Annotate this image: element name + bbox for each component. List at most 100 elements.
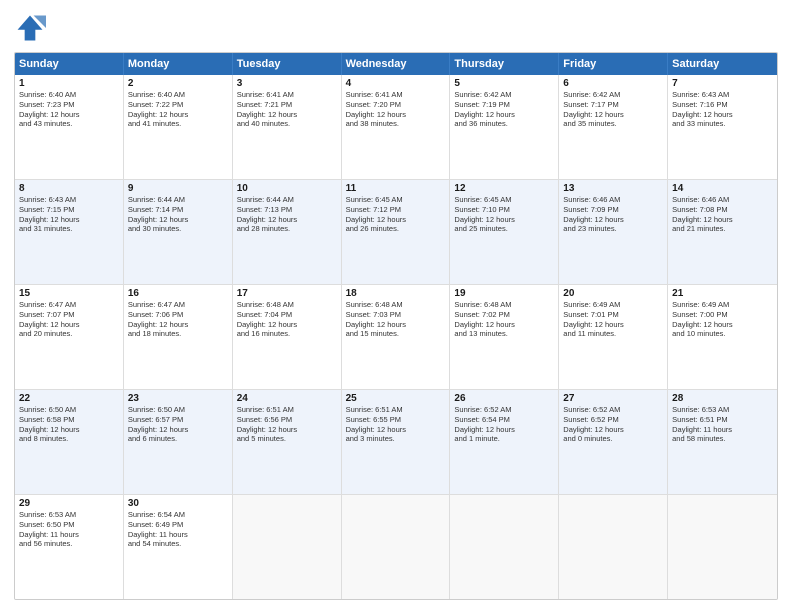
day-detail: Sunrise: 6:47 AM Sunset: 7:07 PM Dayligh… [19,300,119,339]
day-number: 3 [237,78,337,89]
day-detail: Sunrise: 6:46 AM Sunset: 7:09 PM Dayligh… [563,195,663,234]
calendar-cell: 15Sunrise: 6:47 AM Sunset: 7:07 PM Dayli… [15,285,124,389]
logo-icon [14,12,46,44]
day-number: 9 [128,183,228,194]
calendar-cell: 25Sunrise: 6:51 AM Sunset: 6:55 PM Dayli… [342,390,451,494]
calendar-row-1: 8Sunrise: 6:43 AM Sunset: 7:15 PM Daylig… [15,180,777,285]
day-detail: Sunrise: 6:41 AM Sunset: 7:21 PM Dayligh… [237,90,337,129]
day-detail: Sunrise: 6:42 AM Sunset: 7:19 PM Dayligh… [454,90,554,129]
calendar-cell: 16Sunrise: 6:47 AM Sunset: 7:06 PM Dayli… [124,285,233,389]
calendar: SundayMondayTuesdayWednesdayThursdayFrid… [14,52,778,600]
day-detail: Sunrise: 6:53 AM Sunset: 6:50 PM Dayligh… [19,510,119,549]
calendar-cell: 22Sunrise: 6:50 AM Sunset: 6:58 PM Dayli… [15,390,124,494]
day-number: 21 [672,288,773,299]
day-number: 25 [346,393,446,404]
calendar-row-2: 15Sunrise: 6:47 AM Sunset: 7:07 PM Dayli… [15,285,777,390]
calendar-cell: 14Sunrise: 6:46 AM Sunset: 7:08 PM Dayli… [668,180,777,284]
day-number: 6 [563,78,663,89]
calendar-cell: 24Sunrise: 6:51 AM Sunset: 6:56 PM Dayli… [233,390,342,494]
calendar-cell: 8Sunrise: 6:43 AM Sunset: 7:15 PM Daylig… [15,180,124,284]
calendar-cell: 19Sunrise: 6:48 AM Sunset: 7:02 PM Dayli… [450,285,559,389]
day-number: 18 [346,288,446,299]
calendar-cell: 10Sunrise: 6:44 AM Sunset: 7:13 PM Dayli… [233,180,342,284]
calendar-cell: 11Sunrise: 6:45 AM Sunset: 7:12 PM Dayli… [342,180,451,284]
day-detail: Sunrise: 6:53 AM Sunset: 6:51 PM Dayligh… [672,405,773,444]
day-detail: Sunrise: 6:40 AM Sunset: 7:23 PM Dayligh… [19,90,119,129]
day-detail: Sunrise: 6:47 AM Sunset: 7:06 PM Dayligh… [128,300,228,339]
calendar-cell: 27Sunrise: 6:52 AM Sunset: 6:52 PM Dayli… [559,390,668,494]
calendar-row-4: 29Sunrise: 6:53 AM Sunset: 6:50 PM Dayli… [15,495,777,599]
day-detail: Sunrise: 6:52 AM Sunset: 6:52 PM Dayligh… [563,405,663,444]
header-day-thursday: Thursday [450,53,559,75]
day-detail: Sunrise: 6:51 AM Sunset: 6:55 PM Dayligh… [346,405,446,444]
day-detail: Sunrise: 6:50 AM Sunset: 6:58 PM Dayligh… [19,405,119,444]
calendar-cell: 29Sunrise: 6:53 AM Sunset: 6:50 PM Dayli… [15,495,124,599]
calendar-cell: 26Sunrise: 6:52 AM Sunset: 6:54 PM Dayli… [450,390,559,494]
day-detail: Sunrise: 6:40 AM Sunset: 7:22 PM Dayligh… [128,90,228,129]
calendar-cell: 17Sunrise: 6:48 AM Sunset: 7:04 PM Dayli… [233,285,342,389]
day-detail: Sunrise: 6:41 AM Sunset: 7:20 PM Dayligh… [346,90,446,129]
day-number: 24 [237,393,337,404]
day-number: 8 [19,183,119,194]
day-detail: Sunrise: 6:51 AM Sunset: 6:56 PM Dayligh… [237,405,337,444]
day-number: 20 [563,288,663,299]
day-detail: Sunrise: 6:48 AM Sunset: 7:02 PM Dayligh… [454,300,554,339]
calendar-cell: 1Sunrise: 6:40 AM Sunset: 7:23 PM Daylig… [15,75,124,179]
calendar-cell: 20Sunrise: 6:49 AM Sunset: 7:01 PM Dayli… [559,285,668,389]
calendar-cell: 28Sunrise: 6:53 AM Sunset: 6:51 PM Dayli… [668,390,777,494]
header-day-friday: Friday [559,53,668,75]
day-number: 5 [454,78,554,89]
calendar-cell [450,495,559,599]
day-number: 26 [454,393,554,404]
calendar-cell: 12Sunrise: 6:45 AM Sunset: 7:10 PM Dayli… [450,180,559,284]
calendar-cell: 9Sunrise: 6:44 AM Sunset: 7:14 PM Daylig… [124,180,233,284]
day-detail: Sunrise: 6:52 AM Sunset: 6:54 PM Dayligh… [454,405,554,444]
calendar-row-3: 22Sunrise: 6:50 AM Sunset: 6:58 PM Dayli… [15,390,777,495]
day-number: 2 [128,78,228,89]
day-detail: Sunrise: 6:46 AM Sunset: 7:08 PM Dayligh… [672,195,773,234]
day-detail: Sunrise: 6:50 AM Sunset: 6:57 PM Dayligh… [128,405,228,444]
calendar-header: SundayMondayTuesdayWednesdayThursdayFrid… [15,53,777,75]
day-number: 30 [128,498,228,509]
day-number: 19 [454,288,554,299]
day-number: 29 [19,498,119,509]
day-detail: Sunrise: 6:44 AM Sunset: 7:13 PM Dayligh… [237,195,337,234]
day-detail: Sunrise: 6:54 AM Sunset: 6:49 PM Dayligh… [128,510,228,549]
day-detail: Sunrise: 6:48 AM Sunset: 7:03 PM Dayligh… [346,300,446,339]
calendar-cell: 6Sunrise: 6:42 AM Sunset: 7:17 PM Daylig… [559,75,668,179]
day-number: 4 [346,78,446,89]
day-detail: Sunrise: 6:49 AM Sunset: 7:01 PM Dayligh… [563,300,663,339]
calendar-row-0: 1Sunrise: 6:40 AM Sunset: 7:23 PM Daylig… [15,75,777,180]
day-number: 11 [346,183,446,194]
day-number: 17 [237,288,337,299]
header-day-monday: Monday [124,53,233,75]
day-number: 1 [19,78,119,89]
day-number: 13 [563,183,663,194]
day-number: 10 [237,183,337,194]
header-day-saturday: Saturday [668,53,777,75]
calendar-cell [233,495,342,599]
calendar-cell: 3Sunrise: 6:41 AM Sunset: 7:21 PM Daylig… [233,75,342,179]
header [14,12,778,44]
header-day-wednesday: Wednesday [342,53,451,75]
calendar-cell: 13Sunrise: 6:46 AM Sunset: 7:09 PM Dayli… [559,180,668,284]
calendar-cell: 4Sunrise: 6:41 AM Sunset: 7:20 PM Daylig… [342,75,451,179]
day-number: 23 [128,393,228,404]
day-number: 28 [672,393,773,404]
day-number: 16 [128,288,228,299]
day-number: 14 [672,183,773,194]
day-detail: Sunrise: 6:49 AM Sunset: 7:00 PM Dayligh… [672,300,773,339]
day-detail: Sunrise: 6:43 AM Sunset: 7:16 PM Dayligh… [672,90,773,129]
day-number: 22 [19,393,119,404]
day-detail: Sunrise: 6:48 AM Sunset: 7:04 PM Dayligh… [237,300,337,339]
day-detail: Sunrise: 6:44 AM Sunset: 7:14 PM Dayligh… [128,195,228,234]
calendar-cell: 18Sunrise: 6:48 AM Sunset: 7:03 PM Dayli… [342,285,451,389]
day-detail: Sunrise: 6:45 AM Sunset: 7:10 PM Dayligh… [454,195,554,234]
calendar-cell: 5Sunrise: 6:42 AM Sunset: 7:19 PM Daylig… [450,75,559,179]
day-number: 27 [563,393,663,404]
calendar-cell: 7Sunrise: 6:43 AM Sunset: 7:16 PM Daylig… [668,75,777,179]
header-day-tuesday: Tuesday [233,53,342,75]
day-detail: Sunrise: 6:42 AM Sunset: 7:17 PM Dayligh… [563,90,663,129]
day-number: 7 [672,78,773,89]
calendar-cell: 2Sunrise: 6:40 AM Sunset: 7:22 PM Daylig… [124,75,233,179]
